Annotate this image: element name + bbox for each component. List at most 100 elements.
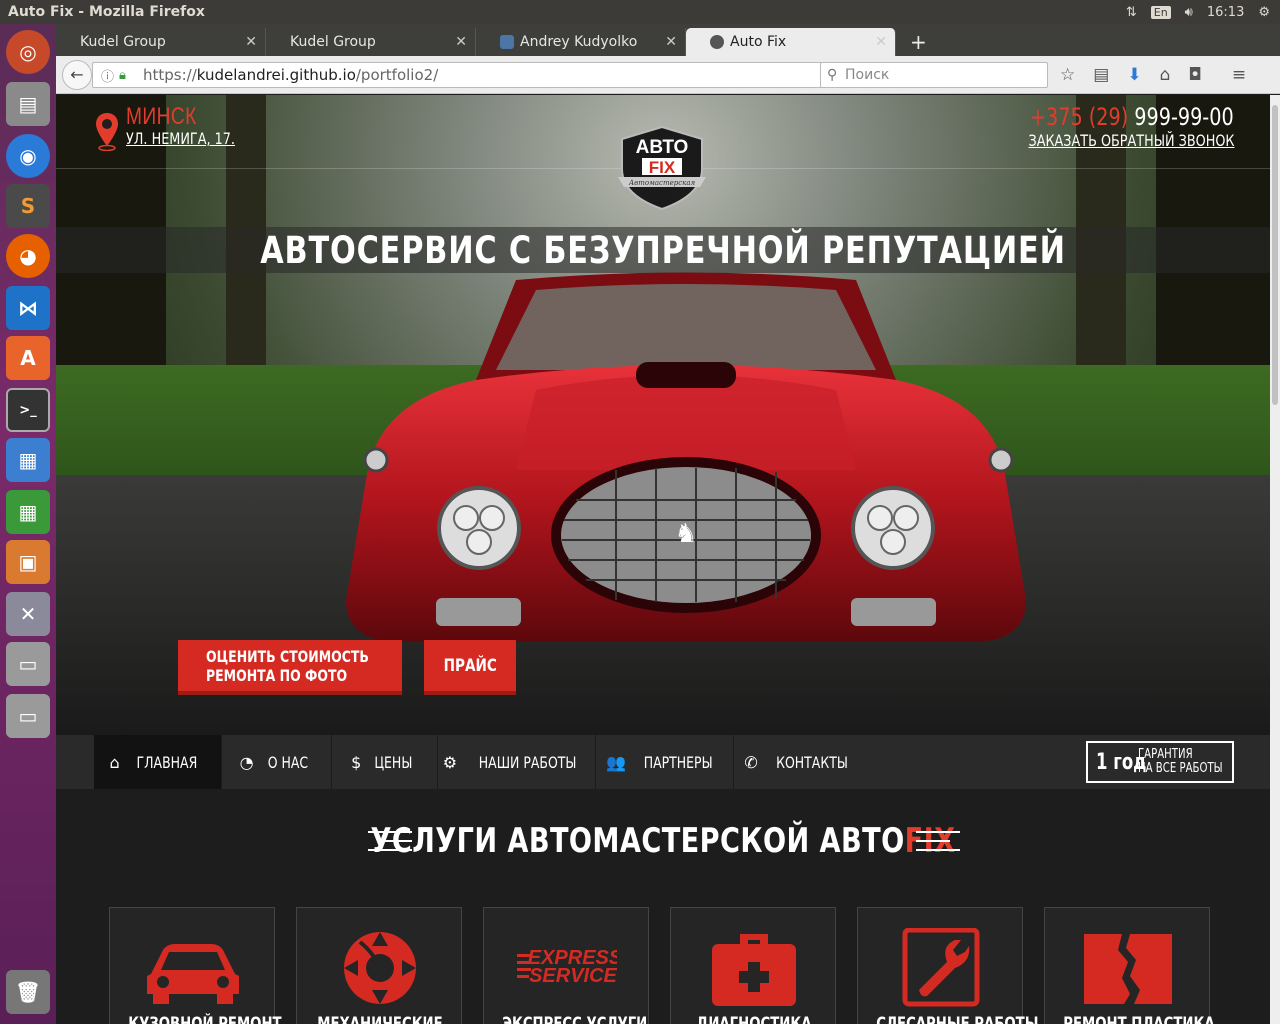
url-bar[interactable]: ⓘ 🔒︎ https://kudelandrei.github.io/portf… [92, 62, 866, 88]
wrench-icon [902, 928, 980, 1007]
service-card-body-repair[interactable]: КУЗОВНОЙ РЕМОНТ [109, 907, 282, 1024]
power-icon[interactable]: ⚙ [1258, 5, 1270, 20]
tab-auto-fix[interactable]: Auto Fix ✕ [686, 28, 896, 56]
service-card-express[interactable]: EXPRESS SERVICE ЭКСПРЕСС УСЛУГИ [483, 907, 649, 1024]
software-center-icon[interactable]: A [6, 336, 50, 380]
tab-kudel-group-1[interactable]: Kudel Group ✕ [56, 28, 266, 56]
service-label: КУЗОВНОЙ РЕМОНТ [128, 1014, 282, 1024]
service-label: ЭКСПРЕСС УСЛУГИ [502, 1014, 648, 1024]
autofix-logo[interactable]: АВТО FIX Автомастерская [616, 125, 708, 211]
system-tray: ⇅ En 🔊︎ 16:13 ⚙ [1126, 0, 1270, 24]
estimate-by-photo-button[interactable]: ОЦЕНИТЬ СТОИМОСТЬ РЕМОНТА ПО ФОТО [178, 640, 402, 695]
search-icon: ⚲ [827, 67, 838, 83]
terminal-icon[interactable]: >_ [6, 388, 50, 432]
phone-number[interactable]: +375 (29) 999-99-00 [1030, 103, 1234, 131]
guarantee-period: 1 год [1096, 749, 1147, 775]
writer-icon[interactable]: ▦ [6, 438, 50, 482]
close-tab-icon[interactable]: ✕ [245, 34, 257, 50]
guarantee-line1: ГАРАНТИЯ [1138, 747, 1193, 762]
estimate-button-line2: РЕМОНТА ПО ФОТО [206, 665, 348, 685]
service-text: SERVICE [529, 965, 617, 987]
nav-label: ГЛАВНАЯ [136, 752, 197, 772]
dashboard-icon: ◔ [239, 752, 254, 772]
close-tab-icon[interactable]: ✕ [455, 34, 467, 50]
logo-ribbon-text: Автомастерская [628, 179, 696, 187]
page-scrollbar[interactable] [1270, 95, 1280, 1024]
nav-item-prices[interactable]: $ ЦЕНЫ [332, 735, 438, 789]
back-arrow-icon[interactable]: ← [62, 59, 92, 90]
nav-label: ЦЕНЫ [374, 752, 413, 772]
services-title: УСЛУГИ АВТОМАСТЕРСКОЙ АВТОFIX [177, 821, 1148, 861]
network-icon[interactable]: ⇅ [1126, 5, 1137, 20]
calc-icon[interactable]: ▦ [6, 490, 50, 534]
svg-text:♞: ♞ [674, 519, 697, 549]
browser-tab-strip: Kudel Group ✕ Kudel Group ✕ Andrey Kudyolk… [56, 24, 1280, 56]
downloads-icon[interactable]: ⬇ [1127, 65, 1141, 85]
url-path: /portfolio2/ [355, 66, 439, 84]
chromium-icon[interactable]: ◉ [6, 134, 50, 178]
service-label: РЕМОНТ ПЛАСТИКА [1063, 1014, 1215, 1024]
lock-icon: 🔒︎ [119, 67, 126, 83]
cracked-plastic-icon [1084, 934, 1172, 1004]
auto-fix-favicon-icon [710, 35, 724, 49]
tab-kudel-group-2[interactable]: Kudel Group ✕ [266, 28, 476, 56]
service-card-locksmith[interactable]: СЛЕСАРНЫЕ РАБОТЫ [857, 907, 1038, 1024]
drive-icon[interactable]: ▭ [6, 642, 50, 686]
browser-navigation-bar: ← ⓘ 🔒︎ https://kudelandrei.github.io/por… [56, 56, 1280, 94]
estimate-button-line1: ОЦЕНИТЬ СТОИМОСТЬ [206, 646, 369, 666]
trash-icon[interactable]: 🗑︎ [6, 970, 50, 1014]
vscode-icon[interactable]: ⋈ [6, 286, 50, 330]
title-decoration-right [916, 831, 960, 855]
services-section: УСЛУГИ АВТОМАСТЕРСКОЙ АВТОFIX КУЗОВНОЙ Р… [56, 789, 1270, 1024]
hero-headline: АВТОСЕРВИС С БЕЗУПРЕЧНОЙ РЕПУТАЦИЕЙ [260, 229, 1066, 272]
service-label: ДИАГНОСТИКА [696, 1014, 812, 1024]
logo-text-main: FIX [649, 158, 676, 177]
ubuntu-dash-icon[interactable]: ◎ [6, 30, 50, 74]
service-card-diagnostics[interactable]: ДИАГНОСТИКА [670, 907, 836, 1024]
nav-item-our-works[interactable]: ⚙ НАШИ РАБОТЫ [438, 735, 596, 789]
nav-item-home[interactable]: ⌂ ГЛАВНАЯ [94, 735, 222, 789]
tab-label: Kudel Group [290, 34, 376, 50]
files-icon[interactable]: ▤ [6, 82, 50, 126]
info-icon[interactable]: ⓘ [101, 66, 114, 85]
keyboard-layout-indicator[interactable]: En [1150, 5, 1171, 19]
service-label: МЕХАНИЧЕСКИЕ [317, 1014, 443, 1024]
volume-icon[interactable]: 🔊︎ [1185, 5, 1193, 20]
pocket-icon[interactable]: ◘ [1188, 65, 1201, 85]
tab-andrey-kudyolko[interactable]: Andrey Kudyolko ✕ [476, 28, 686, 56]
callback-link[interactable]: ЗАКАЗАТЬ ОБРАТНЫЙ ЗВОНОК [1028, 131, 1234, 150]
url-scheme: https:// [143, 66, 197, 84]
sublime-text-icon[interactable]: S [6, 184, 50, 228]
clock[interactable]: 16:13 [1207, 5, 1244, 20]
address-link[interactable]: УЛ. НЕМИГА, 17. [126, 129, 235, 148]
search-input[interactable]: ⚲ Поиск [820, 62, 1048, 88]
price-list-button[interactable]: ПРАЙС [424, 640, 516, 695]
guarantee-line2: НА ВСЕ РАБОТЫ [1138, 761, 1223, 776]
window-title: Auto Fix - Mozilla Firefox [8, 4, 205, 20]
service-card-plastic-repair[interactable]: РЕМОНТ ПЛАСТИКА [1044, 907, 1215, 1024]
gears-icon: ⚙ [442, 752, 458, 772]
bookmarks-library-icon[interactable]: ▤ [1093, 65, 1109, 85]
scrollbar-thumb[interactable] [1272, 105, 1278, 405]
nav-item-contacts[interactable]: ✆ КОНТАКТЫ [734, 735, 868, 789]
settings-icon[interactable]: ✕ [6, 592, 50, 636]
nav-item-about[interactable]: ◔ О НАС [222, 735, 332, 789]
menu-hamburger-icon[interactable]: ≡ [1232, 65, 1246, 85]
city-name: МИНСК [126, 103, 197, 130]
home-button-icon[interactable]: ⌂ [1160, 65, 1171, 85]
close-tab-icon[interactable]: ✕ [875, 34, 887, 50]
firefox-icon[interactable]: ◕ [6, 234, 50, 278]
services-title-main: УСЛУГИ АВТОМАСТЕРСКОЙ АВТО [370, 821, 905, 861]
bookmark-star-icon[interactable]: ☆ [1060, 65, 1075, 85]
drive-icon-2[interactable]: ▭ [6, 694, 50, 738]
impress-icon[interactable]: ▣ [6, 540, 50, 584]
phone-icon: ✆ [744, 752, 758, 772]
location-pin-icon [96, 113, 118, 151]
unity-launcher: ◎ ▤ ◉ S ◕ ⋈ A >_ ▦ ▦ ▣ ✕ ▭ ▭ 🗑︎ [0, 24, 56, 1024]
nav-item-partners[interactable]: 👥 ПАРТНЕРЫ [596, 735, 734, 789]
estimate-button-text: ОЦЕНИТЬ СТОИМОСТЬ РЕМОНТА ПО ФОТО [206, 647, 415, 685]
users-icon: 👥 [606, 752, 627, 772]
close-tab-icon[interactable]: ✕ [665, 34, 677, 50]
new-tab-icon[interactable]: + [910, 28, 927, 56]
service-card-mechanical[interactable]: МЕХАНИЧЕСКИЕ [296, 907, 462, 1024]
